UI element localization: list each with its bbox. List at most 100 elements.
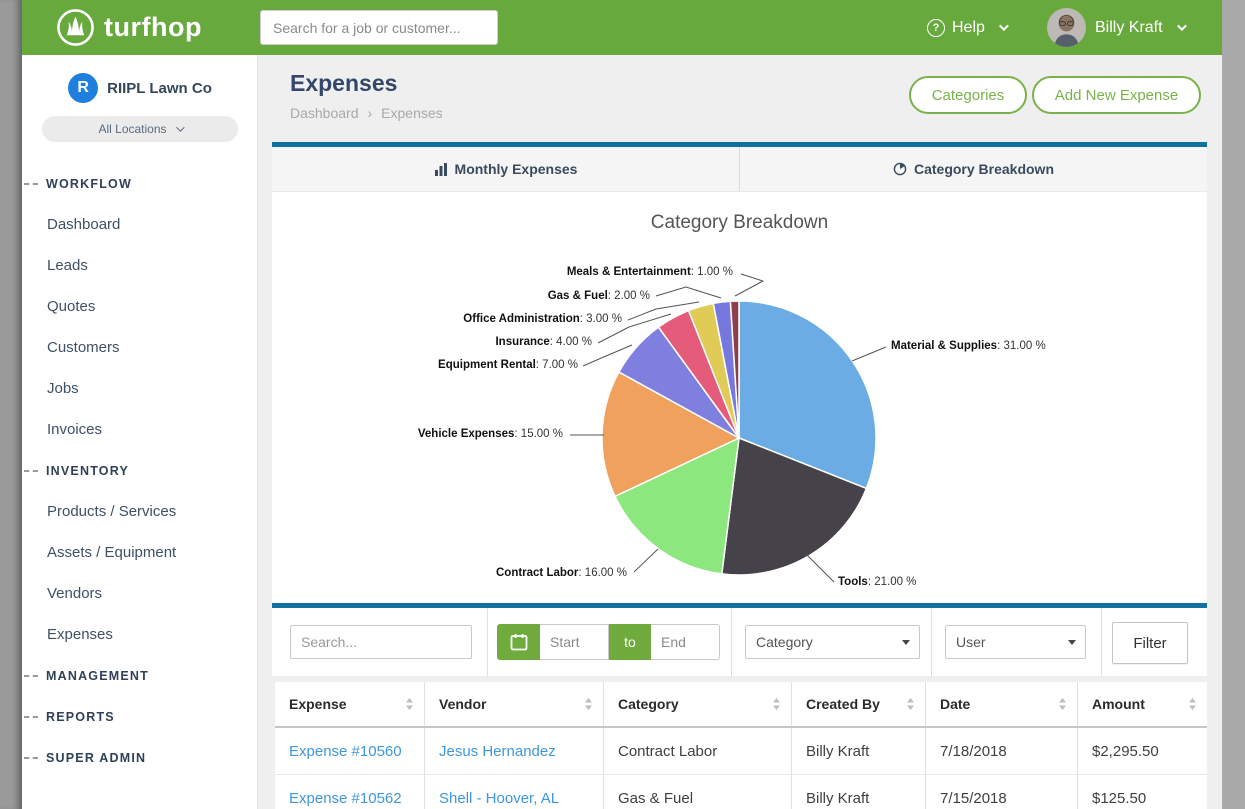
company-logo: R	[68, 73, 98, 103]
user-menu[interactable]: Billy Kraft	[1095, 0, 1184, 55]
pie-label-vehicle-expenses: Vehicle Expenses: 15.00 %	[418, 428, 563, 440]
sidebar-section-inventory[interactable]: INVENTORY	[22, 450, 258, 491]
table-cell: $2,295.50	[1077, 728, 1207, 774]
table-cell: Billy Kraft	[791, 775, 925, 809]
tab-monthly-expenses[interactable]: Monthly Expenses	[272, 147, 739, 191]
right-gutter-scroll-area	[1222, 0, 1245, 809]
created_by-cell: Billy Kraft	[806, 790, 869, 807]
filter-bar: to Category User Filter	[272, 608, 1207, 676]
column-header-category[interactable]: Category	[603, 682, 791, 726]
select-caret-icon	[902, 640, 910, 645]
help-icon: ?	[927, 19, 945, 37]
sidebar-section-label: INVENTORY	[46, 464, 129, 478]
date-to-label: to	[609, 624, 651, 660]
user-name: Billy Kraft	[1095, 19, 1163, 37]
sidebar-item-invoices[interactable]: Invoices	[22, 409, 258, 450]
pie-label-insurance: Insurance: 4.00 %	[495, 336, 592, 348]
sidebar-item-quotes[interactable]: Quotes	[22, 286, 258, 327]
dash-icon	[24, 675, 38, 677]
sidebar-item-leads[interactable]: Leads	[22, 245, 258, 286]
date-cell: 7/15/2018	[940, 790, 1007, 807]
expense-link[interactable]: Expense #10562	[289, 790, 402, 807]
table-row: Expense #10560 Jesus Hernandez Contract La…	[275, 728, 1207, 775]
sidebar-section-workflow[interactable]: WORKFLOW	[22, 163, 258, 204]
help-label: Help	[952, 19, 985, 37]
sidebar-item-dashboard[interactable]: Dashboard	[22, 204, 258, 245]
sidebar-section-reports[interactable]: REPORTS	[22, 696, 258, 737]
table-cell: Jesus Hernandez	[424, 728, 603, 774]
table-cell: $125.50	[1077, 775, 1207, 809]
brand-logo[interactable]: turfhop	[56, 8, 202, 47]
pie-label-meals-entertainment: Meals & Entertainment: 1.00 %	[567, 266, 733, 278]
label-leader-line	[852, 347, 886, 361]
sort-icon[interactable]	[584, 697, 593, 711]
tab-category-breakdown[interactable]: Category Breakdown	[739, 147, 1207, 191]
category-cell: Contract Labor	[618, 743, 717, 760]
sidebar-item-expenses[interactable]: Expenses	[22, 614, 258, 655]
user-select[interactable]: User	[945, 625, 1086, 659]
sidebar-item-vendors[interactable]: Vendors	[22, 573, 258, 614]
sort-icon[interactable]	[1188, 697, 1197, 711]
label-leader-line	[806, 554, 834, 582]
label-leader-line	[735, 274, 763, 296]
categories-button[interactable]: Categories	[909, 76, 1027, 114]
sort-icon[interactable]	[1058, 697, 1067, 711]
amount-cell: $125.50	[1092, 790, 1146, 807]
sidebar-section-super-admin[interactable]: SUPER ADMIN	[22, 737, 258, 778]
column-header-vendor[interactable]: Vendor	[424, 682, 603, 726]
sidebar-item-products-services[interactable]: Products / Services	[22, 491, 258, 532]
select-caret-icon	[1068, 640, 1076, 645]
category-select[interactable]: Category	[745, 625, 920, 659]
table-search-input[interactable]	[290, 625, 472, 659]
dash-icon	[24, 757, 38, 759]
sort-icon[interactable]	[906, 697, 915, 711]
calendar-button[interactable]	[497, 624, 540, 660]
sidebar-section-label: MANAGEMENT	[46, 669, 149, 683]
chevron-down-icon	[1177, 21, 1187, 31]
column-header-expense[interactable]: Expense	[275, 682, 424, 726]
add-new-expense-button[interactable]: Add New Expense	[1032, 76, 1201, 114]
column-header-amount[interactable]: Amount	[1077, 682, 1207, 726]
sidebar-item-jobs[interactable]: Jobs	[22, 368, 258, 409]
column-header-date[interactable]: Date	[925, 682, 1077, 726]
sort-icon[interactable]	[772, 697, 781, 711]
date-start-input[interactable]	[540, 624, 609, 660]
help-menu[interactable]: ? Help	[927, 0, 1006, 55]
filter-button[interactable]: Filter	[1112, 622, 1188, 664]
brand-wordmark: turfhop	[104, 12, 202, 43]
vendor-link[interactable]: Jesus Hernandez	[439, 743, 556, 760]
category-select-value: Category	[756, 634, 813, 650]
screen: turfhop ? Help Billy Kraft	[0, 0, 1245, 809]
sidebar-item-assets-equipment[interactable]: Assets / Equipment	[22, 532, 258, 573]
company-name: RIIPL Lawn Co	[107, 80, 212, 97]
sidebar-section-label: SUPER ADMIN	[46, 751, 146, 765]
tab-label: Category Breakdown	[914, 161, 1054, 177]
pie-chart[interactable]	[272, 192, 1207, 603]
company-switcher[interactable]: R RIIPL Lawn Co	[22, 73, 258, 103]
table-cell: Expense #10562	[275, 775, 424, 809]
column-header-created-by[interactable]: Created By	[791, 682, 925, 726]
date-end-input[interactable]	[651, 624, 720, 660]
sort-icon[interactable]	[405, 697, 414, 711]
location-selector[interactable]: All Locations	[42, 116, 238, 142]
date-cell: 7/18/2018	[940, 743, 1007, 760]
category-breakdown-chart[interactable]: Category Breakdown Material & Supplies: …	[272, 192, 1207, 603]
expense-link[interactable]: Expense #10560	[289, 743, 402, 760]
table-cell: Gas & Fuel	[603, 775, 791, 809]
divider	[487, 608, 488, 676]
sidebar-section-management[interactable]: MANAGEMENT	[22, 655, 258, 696]
vendor-link[interactable]: Shell - Hoover, AL	[439, 790, 559, 807]
user-avatar[interactable]	[1047, 8, 1086, 47]
label-leader-line	[656, 287, 721, 298]
column-header-label: Vendor	[439, 696, 486, 712]
column-header-label: Date	[940, 696, 970, 712]
bar-chart-icon	[434, 162, 448, 176]
pie-label-gas-fuel: Gas & Fuel: 2.00 %	[548, 290, 650, 302]
breadcrumb-dashboard[interactable]: Dashboard	[290, 105, 359, 121]
sidebar-item-customers[interactable]: Customers	[22, 327, 258, 368]
breadcrumb-separator-icon: ›	[368, 105, 373, 121]
pie-label-contract-labor: Contract Labor: 16.00 %	[496, 567, 627, 579]
global-search-input[interactable]	[260, 10, 498, 45]
user-select-value: User	[956, 634, 986, 650]
breadcrumb: Dashboard › Expenses	[290, 105, 443, 121]
